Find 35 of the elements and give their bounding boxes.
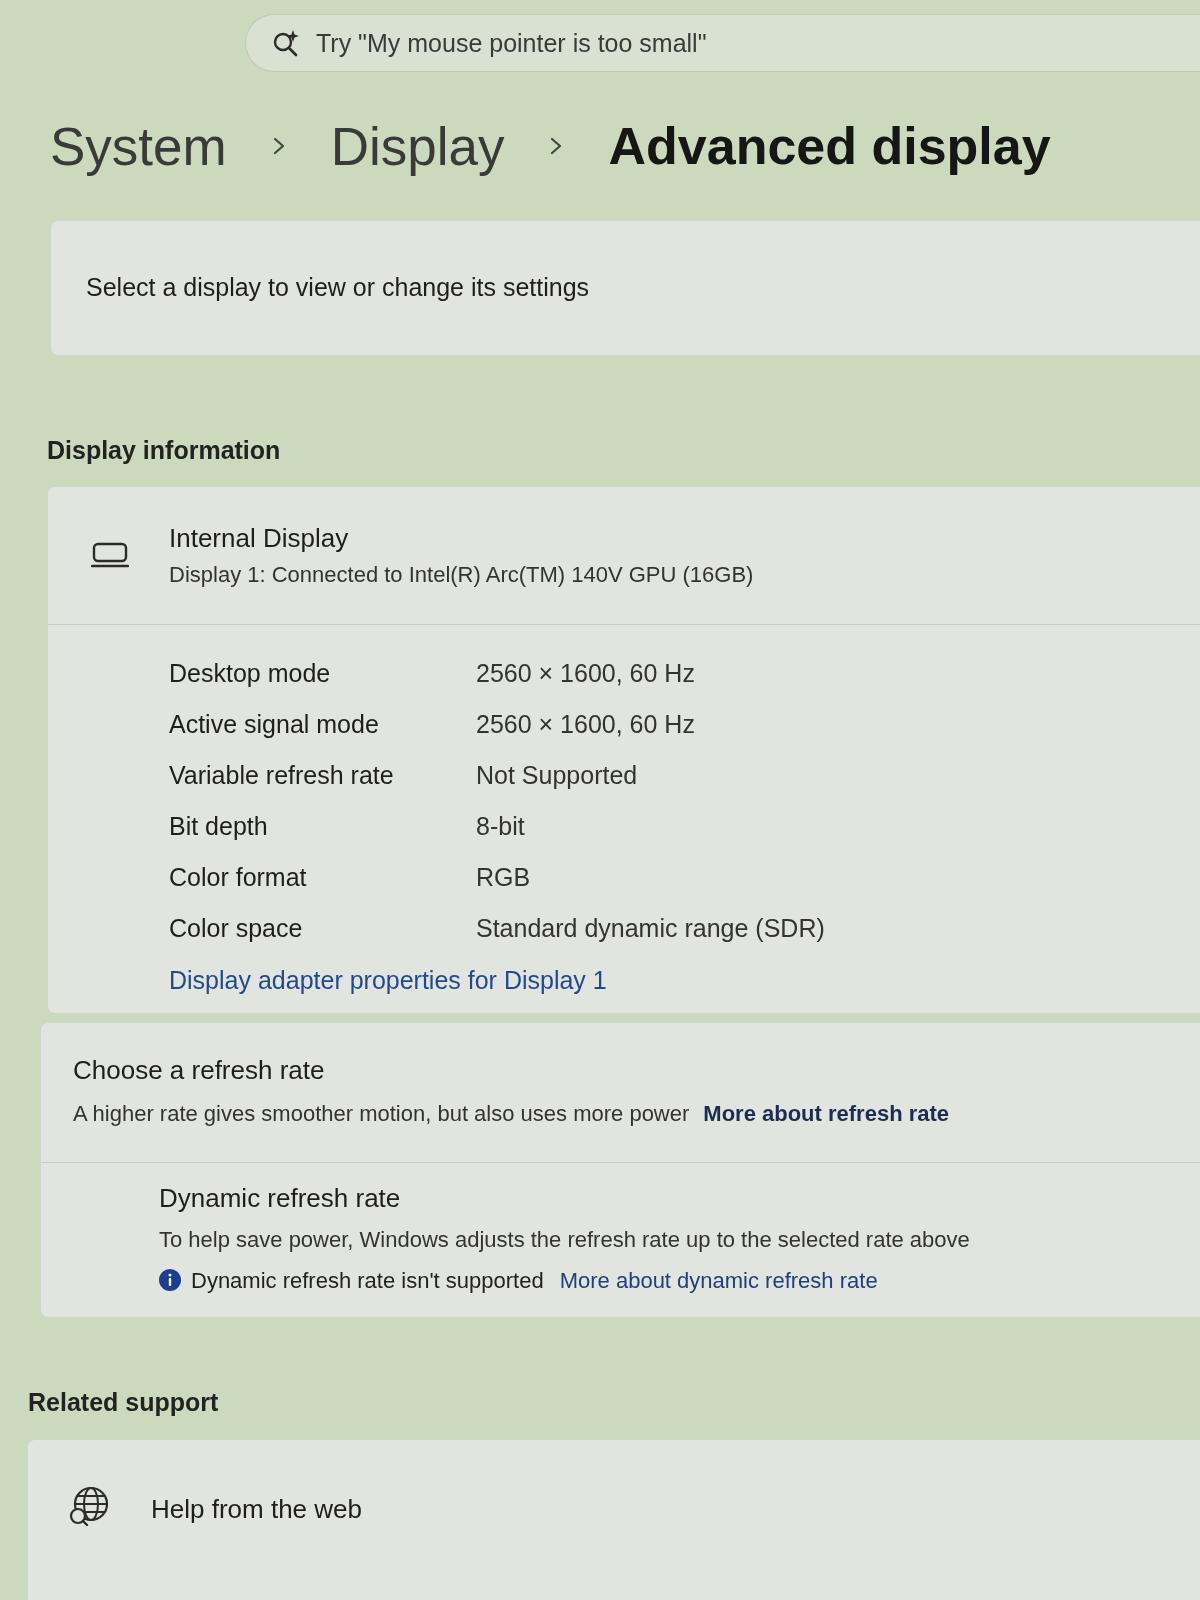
display-select-card[interactable]: Select a display to view or change its settings (50, 220, 1200, 356)
display-name: Internal Display (169, 522, 349, 555)
search-icon (271, 28, 301, 58)
dynamic-refresh-description: To help save power, Windows adjusts the refresh rate up to the selected rate above (159, 1225, 970, 1254)
property-value: RGB (476, 862, 531, 894)
chevron-icon (272, 137, 285, 155)
property-label: Active signal mode (169, 709, 379, 741)
refresh-rate-link[interactable]: More about refresh rate (703, 1096, 950, 1130)
property-label: Desktop mode (169, 658, 331, 690)
chevron-icon (550, 137, 563, 155)
property-label: Bit depth (169, 811, 268, 843)
dynamic-refresh-notice: Dynamic refresh rate isn't supported (191, 1266, 544, 1295)
property-label: Variable refresh rate (169, 760, 394, 792)
refresh-rate-description: A higher rate gives smoother motion, but also uses more power (73, 1099, 690, 1128)
property-value: 2560 × 1600, 60 Hz (476, 709, 695, 741)
display-description: Display 1: Connected to Intel(R) Arc(TM) 140V GPU (16GB) (169, 560, 754, 588)
help-link-card[interactable]: Help from the web (27, 1439, 1200, 1600)
laptop-icon (90, 542, 129, 568)
property-label: Color format (169, 862, 307, 894)
property-value: Standard dynamic range (SDR) (476, 913, 825, 945)
property-value: 8-bit (476, 811, 525, 843)
section-heading: Display information (47, 436, 281, 464)
section-heading: Related support (28, 1387, 219, 1416)
property-label: Color space (169, 913, 303, 945)
dynamic-refresh-title: Dynamic refresh rate (159, 1182, 401, 1215)
globe-icon (68, 1486, 111, 1526)
property-value: Not Supported (476, 760, 638, 792)
search-field[interactable]: Try "My mouse pointer is too small" (245, 14, 1200, 72)
property-value: 2560 × 1600, 60 Hz (476, 658, 695, 690)
display-select-label: Select a display to view or change its settings (86, 272, 590, 304)
refresh-rate-title: Choose a refresh rate (73, 1054, 325, 1087)
adapter-properties-link[interactable]: Display adapter properties for Display 1 (169, 961, 607, 1000)
dynamic-refresh-link[interactable]: More about dynamic refresh rate (559, 1263, 878, 1297)
info-icon (159, 1269, 181, 1292)
help-link-label: Help from the web (151, 1493, 362, 1526)
